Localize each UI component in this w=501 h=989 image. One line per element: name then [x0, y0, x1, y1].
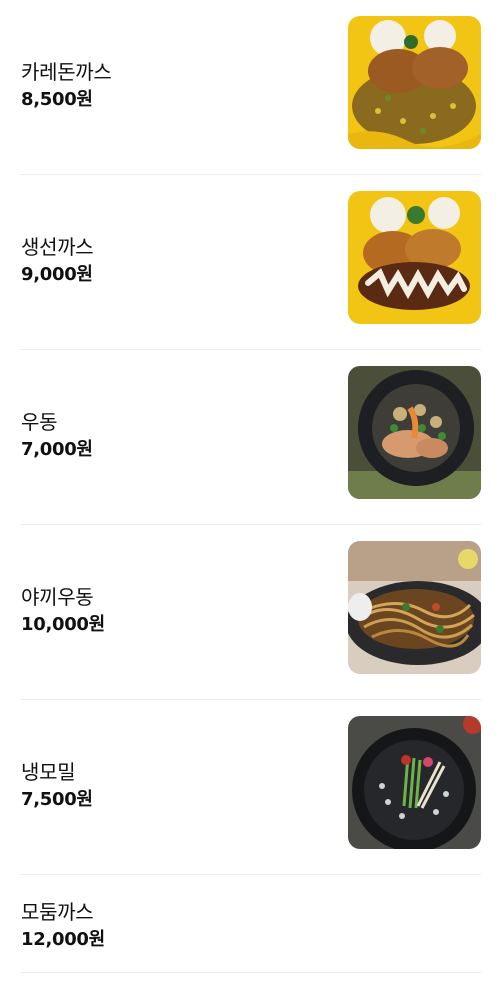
item-name: 야끼우동: [21, 584, 94, 609]
item-price: 7,000원: [21, 438, 93, 460]
menu-item-text: 야끼우동 10,000원: [21, 583, 105, 639]
katsu-curry-photo[interactable]: [348, 16, 481, 149]
menu-item-fish-cutlet[interactable]: 생선까스 9,000원: [0, 175, 501, 350]
menu-item-text: 생선까스 9,000원: [21, 233, 94, 289]
item-price: 10,000원: [21, 613, 105, 635]
menu-item-yaki-udon[interactable]: 야끼우동 10,000원: [0, 525, 501, 700]
item-name: 우동: [21, 409, 58, 434]
menu-item-udon[interactable]: 우동 7,000원: [0, 350, 501, 525]
item-name: 카레돈까스: [21, 59, 112, 84]
menu-item-curry-katsu[interactable]: 카레돈까스 8,500원: [0, 0, 501, 175]
menu-item-cold-soba[interactable]: 냉모밀 7,500원: [0, 700, 501, 875]
menu-item-text: 모둠까스 12,000원: [21, 898, 105, 954]
item-price: 8,500원: [21, 88, 93, 110]
cold-soba-photo[interactable]: [348, 716, 481, 849]
menu-item-text: 우동 7,000원: [21, 408, 93, 464]
item-name: 모둠까스: [21, 900, 94, 924]
item-price: 9,000원: [21, 263, 93, 285]
item-name: 냉모밀: [21, 759, 76, 784]
item-price: 7,500원: [21, 788, 93, 810]
menu-item-text: 냉모밀 7,500원: [21, 758, 93, 814]
menu-list: 카레돈까스 8,500원 생선까스 9,000원 우동 7,000원 야끼우동 …: [0, 0, 501, 973]
fish-cutlet-photo[interactable]: [348, 191, 481, 324]
item-price: 12,000원: [21, 929, 105, 950]
yaki-udon-photo[interactable]: [348, 541, 481, 674]
udon-photo[interactable]: [348, 366, 481, 499]
menu-item-text: 카레돈까스 8,500원: [21, 58, 112, 114]
item-name: 생선까스: [21, 234, 94, 259]
menu-item-assorted-katsu[interactable]: 모둠까스 12,000원: [0, 875, 501, 973]
divider: [20, 972, 481, 973]
